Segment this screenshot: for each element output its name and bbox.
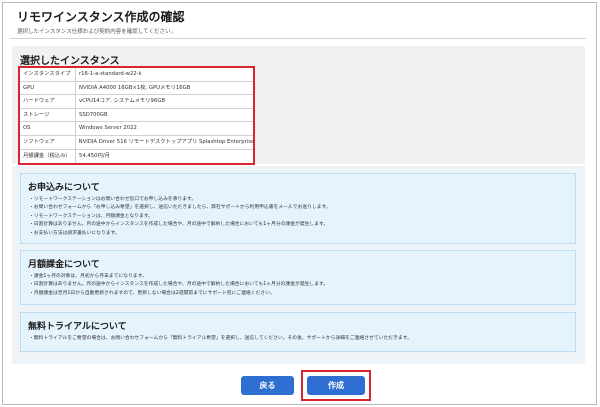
spec-row: 月額課金（税込み） 54,450円/月 (20, 149, 253, 164)
spec-value: NVIDIA Driver 516 リモートデスクトップアプリ Splashto… (78, 138, 253, 145)
spec-row: ソフトウェア NVIDIA Driver 516 リモートデスクトップアプリ S… (20, 135, 253, 150)
spec-label: ストレージ (20, 108, 76, 122)
monthly-info-box: 月額課金について ・課金1ヶ月の対象は、月初から月末までになります。 ・日割計算… (20, 250, 576, 305)
spec-label: GPU (20, 81, 76, 95)
spec-row: インスタンスタイプ r16-1-a-standard-w22-k (20, 68, 253, 82)
apply-info-box: お申込みについて ・リモートワークステーションはお問い合わせ窓口でお申し込みを承… (20, 173, 576, 244)
spec-value: 54,450円/月 (79, 152, 110, 159)
spec-row: ハードウェア vCPU14コア, システムメモリ96GB (20, 95, 253, 109)
info-line: ・課金1ヶ月の対象は、月初から月末までになります。 (29, 274, 147, 279)
spec-label: OS (20, 122, 76, 135)
spec-value: r16-1-a-standard-w22-k (79, 71, 142, 77)
info-line: ・リモートワークステーションは、月額課金となります。 (29, 213, 153, 219)
page-title: リモワインスタンス作成の確認 (17, 10, 185, 24)
page-subtitle: 選択したインスタンス仕様および契約内容を確認してください。 (17, 29, 176, 35)
spec-label: ハードウェア (20, 95, 76, 108)
info-line: ・お問い合わせフォームから「お申し込み希望」を選択し、送信いただきましたら、弊社… (29, 205, 331, 211)
back-button[interactable]: 戻る (241, 376, 294, 395)
spec-value: Windows Server 2022 (79, 125, 137, 132)
apply-heading: お申込みについて (28, 183, 100, 193)
info-line: ・無料トライアルをご希望の場合は、お問い合わせフォームから「無料トライアル希望」… (29, 336, 412, 341)
info-line: ・日割計算はありません。月の途中からインスタンスを作成した場合や、月の途中で解約… (29, 222, 329, 228)
spec-row: GPU NVIDIA A4000 16GB×1枚, GPUメモリ16GB (20, 81, 253, 96)
spec-row: OS Windows Server 2022 (20, 122, 253, 136)
spec-label: インスタンスタイプ (20, 68, 76, 81)
info-line: ・月額課金は翌月1日から自動更新されますので、更新しない場合は2週間前までにサポ… (29, 290, 275, 296)
create-button[interactable]: 作成 (307, 376, 365, 395)
spec-value: vCPU14コア, システムメモリ96GB (79, 98, 166, 105)
info-line: ・リモートワークステーションはお問い合わせ窓口でお申し込みを承ります。 (29, 197, 197, 202)
info-line: ・日割計算はありません。月の途中からインスタンスを作成した場合や、月の途中で解約… (29, 282, 329, 288)
selected-instance-heading: 選択したインスタンス (20, 56, 120, 67)
spec-value: NVIDIA A4000 16GB×1枚, GPUメモリ16GB (79, 84, 191, 91)
monthly-heading: 月額課金について (28, 260, 100, 270)
trial-heading: 無料トライアルについて (28, 322, 127, 332)
instance-spec-table: インスタンスタイプ r16-1-a-standard-w22-k GPU NVI… (18, 66, 255, 166)
spec-value: SSD700GB (79, 111, 108, 118)
info-line: ・お支払い方法は請求書払いになります。 (29, 230, 120, 236)
spec-label: ソフトウェア (20, 135, 76, 149)
header-divider (10, 38, 586, 39)
spec-row: ストレージ SSD700GB (20, 108, 253, 123)
spec-label: 月額課金（税込み） (20, 149, 76, 164)
trial-info-box: 無料トライアルについて ・無料トライアルをご希望の場合は、お問い合わせフォームか… (20, 312, 576, 352)
